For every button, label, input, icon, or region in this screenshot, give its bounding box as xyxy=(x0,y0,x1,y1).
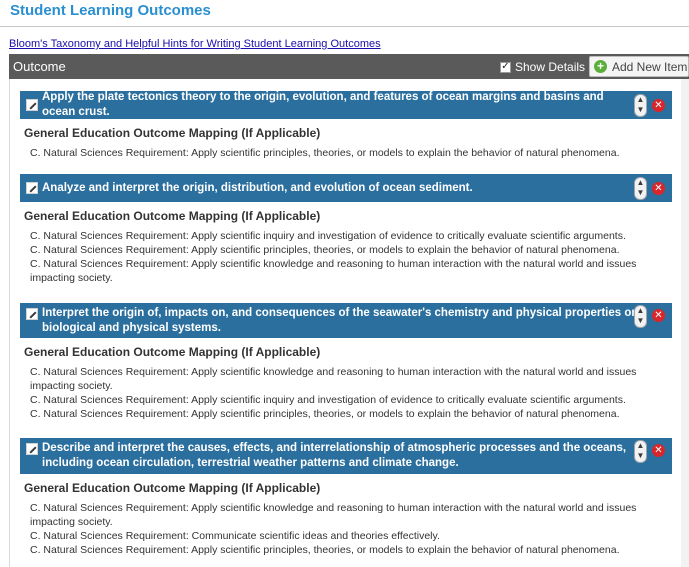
blooms-taxonomy-link[interactable]: Bloom's Taxonomy and Helpful Hints for W… xyxy=(9,38,381,50)
mapping-item: C. Natural Sciences Requirement: Apply s… xyxy=(30,394,626,406)
move-up-down-icon[interactable]: ▲ ▼ xyxy=(634,440,647,463)
show-details-toggle[interactable]: ✓ Show Details xyxy=(500,60,585,74)
mapping-heading: General Education Outcome Mapping (If Ap… xyxy=(24,209,321,223)
mapping-heading: General Education Outcome Mapping (If Ap… xyxy=(24,481,321,495)
outcome-header-4[interactable]: Describe and interpret the causes, effec… xyxy=(20,438,672,474)
mapping-item: C. Natural Sciences Requirement: Apply s… xyxy=(30,408,620,420)
move-up-down-icon[interactable]: ▲ ▼ xyxy=(634,305,647,328)
edit-icon[interactable] xyxy=(26,443,38,455)
delete-icon[interactable]: ✕ xyxy=(652,309,665,322)
mapping-heading: General Education Outcome Mapping (If Ap… xyxy=(24,126,321,140)
outcome-title: Apply the plate tectonics theory to the … xyxy=(42,91,604,118)
title-divider xyxy=(0,26,689,27)
move-up-down-icon[interactable]: ▲ ▼ xyxy=(634,177,647,200)
delete-icon[interactable]: ✕ xyxy=(652,99,665,112)
outcome-header-bar: Outcome ✓ Show Details + Add New Item xyxy=(9,54,689,79)
mapping-item: C. Natural Sciences Requirement: Apply s… xyxy=(30,147,620,159)
mapping-item: C. Natural Sciences Requirement: Apply s… xyxy=(30,366,637,392)
mapping-item: C. Natural Sciences Requirement: Apply s… xyxy=(30,544,620,556)
mapping-item: C. Natural Sciences Requirement: Apply s… xyxy=(30,258,637,284)
mapping-item: C. Natural Sciences Requirement: Communi… xyxy=(30,530,440,542)
move-up-down-icon[interactable]: ▲ ▼ xyxy=(634,94,647,117)
delete-icon[interactable]: ✕ xyxy=(652,444,665,457)
add-new-item-label: Add New Item xyxy=(612,59,688,74)
delete-icon[interactable]: ✕ xyxy=(652,182,665,195)
outcome-header-3[interactable]: Interpret the origin of, impacts on, and… xyxy=(20,303,672,338)
page-title: Student Learning Outcomes xyxy=(10,2,211,19)
edit-icon[interactable] xyxy=(26,182,38,194)
mapping-heading: General Education Outcome Mapping (If Ap… xyxy=(24,345,321,359)
scrollbar-track[interactable] xyxy=(681,79,689,567)
mapping-item: C. Natural Sciences Requirement: Apply s… xyxy=(30,244,620,256)
show-details-checkbox[interactable]: ✓ xyxy=(500,61,511,73)
edit-icon[interactable] xyxy=(26,308,38,320)
outcome-title: Describe and interpret the causes, effec… xyxy=(42,442,627,469)
outcome-title: Interpret the origin of, impacts on, and… xyxy=(42,306,639,334)
outcome-column-label: Outcome xyxy=(13,59,66,74)
plus-icon: + xyxy=(594,60,607,73)
mapping-item: C. Natural Sciences Requirement: Apply s… xyxy=(30,502,637,528)
outcome-header-2[interactable]: Analyze and interpret the origin, distri… xyxy=(20,174,672,202)
mapping-item: C. Natural Sciences Requirement: Apply s… xyxy=(30,230,626,242)
outcome-header-1[interactable]: Apply the plate tectonics theory to the … xyxy=(20,91,672,119)
edit-icon[interactable] xyxy=(26,99,38,111)
show-details-label: Show Details xyxy=(515,60,586,74)
outcome-title: Analyze and interpret the origin, distri… xyxy=(42,181,473,194)
add-new-item-button[interactable]: + Add New Item xyxy=(589,56,689,77)
